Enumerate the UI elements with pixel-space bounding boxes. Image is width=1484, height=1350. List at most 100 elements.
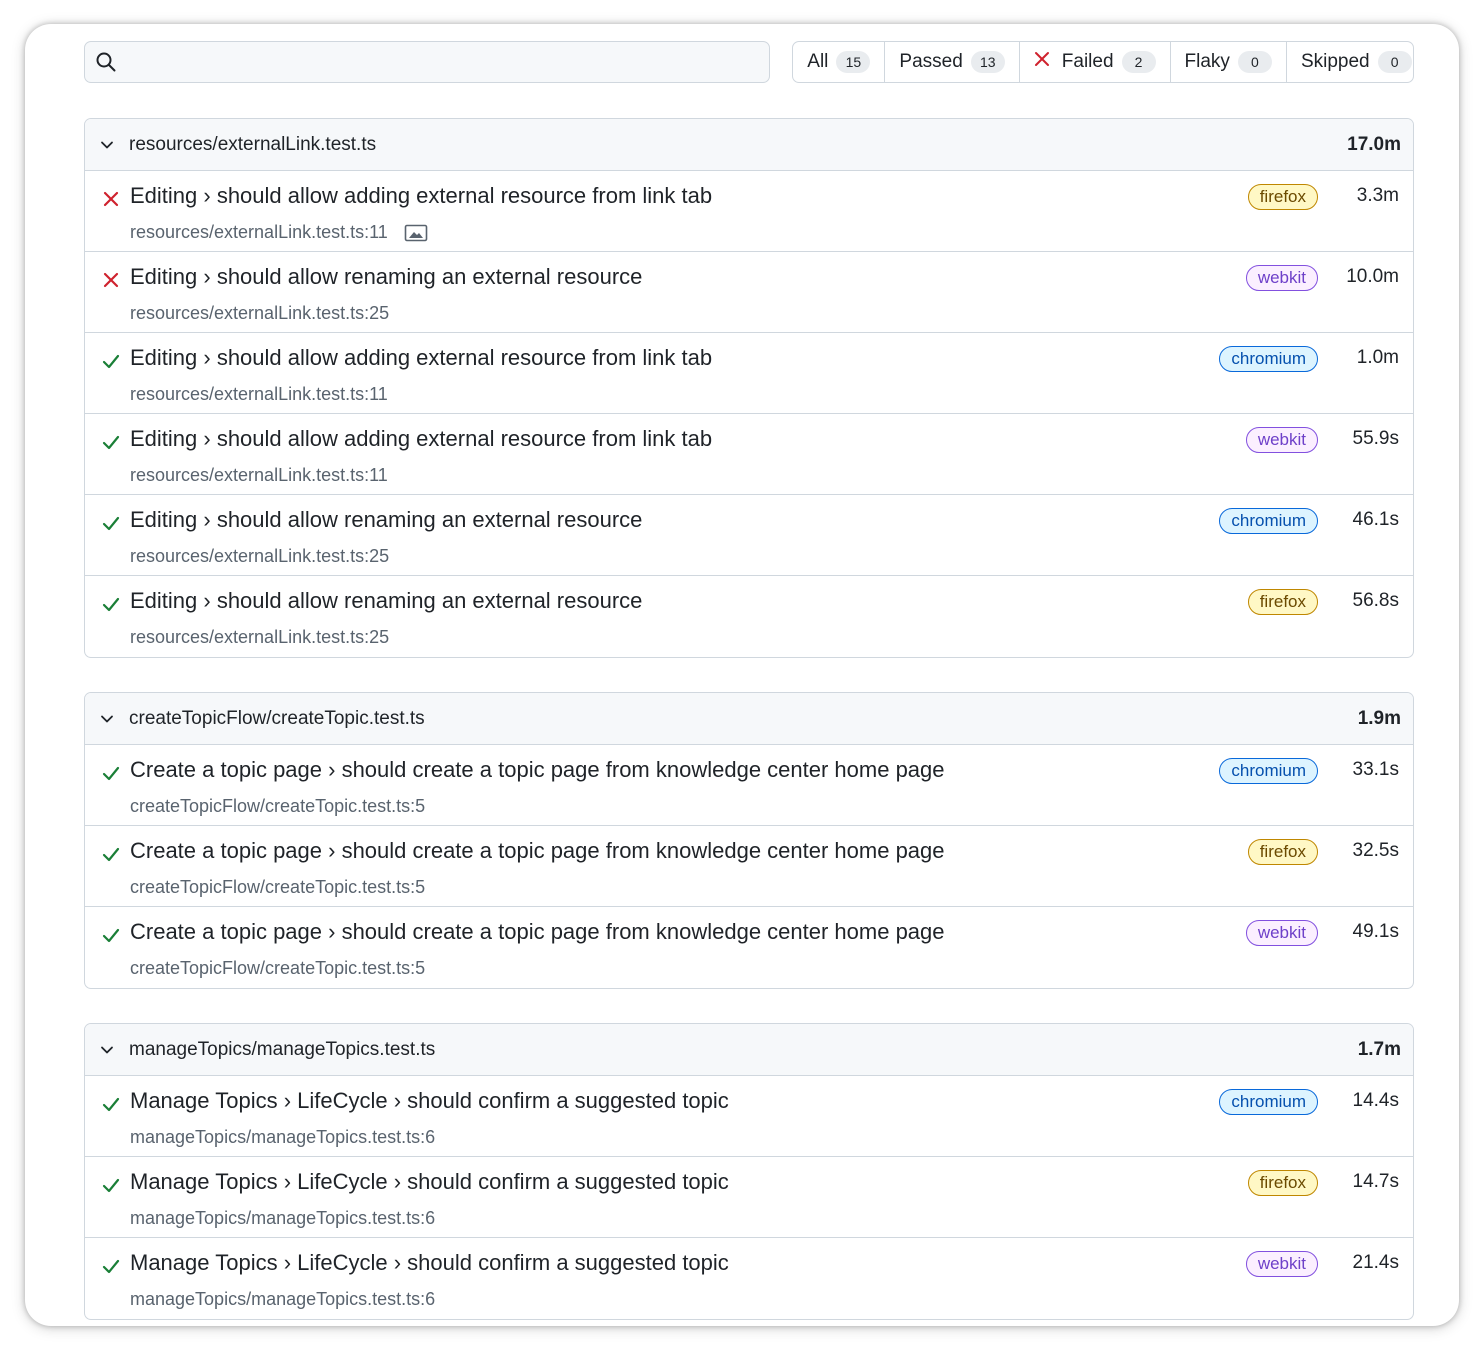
test-location: createTopicFlow/createTopic.test.ts:5: [130, 958, 425, 979]
test-title[interactable]: Create a topic page › should create a to…: [130, 838, 945, 864]
passed-check-icon: [101, 1175, 121, 1195]
test-title[interactable]: Editing › should allow adding external r…: [130, 426, 712, 452]
test-row[interactable]: Create a topic page › should create a to…: [85, 745, 1413, 826]
chevron-down-icon[interactable]: [99, 711, 115, 727]
passed-check-icon: [101, 351, 121, 371]
browser-badge[interactable]: chromium: [1219, 758, 1318, 784]
test-title[interactable]: Editing › should allow adding external r…: [130, 183, 712, 209]
test-row[interactable]: Manage Topics › LifeCycle › should confi…: [85, 1157, 1413, 1238]
filter-failed[interactable]: Failed 2: [1020, 42, 1171, 82]
browser-badge[interactable]: firefox: [1247, 1170, 1318, 1196]
browser-badge[interactable]: firefox: [1247, 839, 1318, 865]
filter-label: All: [807, 51, 829, 72]
test-duration: 14.7s: [1352, 1171, 1399, 1192]
test-file-group: resources/externalLink.test.ts 17.0m Editi…: [84, 118, 1414, 658]
browser-badge[interactable]: chromium: [1219, 346, 1318, 372]
group-file-name: createTopicFlow/createTopic.test.ts: [129, 707, 425, 729]
test-location: manageTopics/manageTopics.test.ts:6: [130, 1208, 435, 1229]
search-icon: [95, 51, 117, 73]
image-attachment-icon[interactable]: [404, 224, 428, 242]
filter-count: 0: [1237, 51, 1272, 73]
failed-x-icon: [101, 189, 121, 209]
test-row[interactable]: Manage Topics › LifeCycle › should confi…: [85, 1238, 1413, 1319]
chevron-down-icon[interactable]: [99, 137, 115, 153]
group-header[interactable]: manageTopics/manageTopics.test.ts 1.7m: [85, 1024, 1413, 1076]
passed-check-icon: [101, 844, 121, 864]
group-duration: 1.7m: [1357, 1038, 1401, 1060]
filter-passed[interactable]: Passed 13: [885, 42, 1020, 82]
test-row[interactable]: Editing › should allow renaming an exter…: [85, 252, 1413, 333]
test-row[interactable]: Create a topic page › should create a to…: [85, 826, 1413, 907]
test-row[interactable]: Editing › should allow adding external r…: [85, 171, 1413, 252]
browser-badge[interactable]: webkit: [1245, 427, 1318, 453]
test-duration: 10.0m: [1346, 266, 1399, 287]
test-row[interactable]: Create a topic page › should create a to…: [85, 907, 1413, 988]
test-location: resources/externalLink.test.ts:25: [130, 627, 389, 648]
test-title[interactable]: Editing › should allow renaming an exter…: [130, 264, 642, 290]
test-location-text: resources/externalLink.test.ts:25: [130, 546, 390, 566]
test-row[interactable]: Editing › should allow renaming an exter…: [85, 495, 1413, 576]
browser-badge[interactable]: chromium: [1219, 508, 1318, 534]
filter-all[interactable]: All 15: [793, 42, 886, 82]
test-location-text: resources/externalLink.test.ts:25: [130, 303, 390, 323]
passed-check-icon: [101, 1094, 121, 1114]
test-duration: 14.4s: [1352, 1090, 1399, 1111]
group-header[interactable]: resources/externalLink.test.ts 17.0m: [85, 119, 1413, 171]
test-title[interactable]: Editing › should allow renaming an exter…: [130, 588, 642, 614]
test-title[interactable]: Manage Topics › LifeCycle › should confi…: [130, 1088, 729, 1114]
test-location-text: manageTopics/manageTopics.test.ts:6: [130, 1127, 436, 1147]
test-row[interactable]: Manage Topics › LifeCycle › should confi…: [85, 1076, 1413, 1157]
test-location-text: resources/externalLink.test.ts:25: [130, 627, 390, 647]
test-title[interactable]: Manage Topics › LifeCycle › should confi…: [130, 1169, 729, 1195]
test-row[interactable]: Editing › should allow renaming an exter…: [85, 576, 1413, 657]
chevron-down-icon[interactable]: [99, 1042, 115, 1058]
test-location-text: resources/externalLink.test.ts:11: [130, 222, 388, 242]
filter-label: Flaky: [1184, 51, 1230, 72]
passed-check-icon: [101, 594, 121, 614]
filter-flaky[interactable]: Flaky 0: [1171, 42, 1287, 82]
test-title[interactable]: Editing › should allow renaming an exter…: [130, 507, 642, 533]
test-file-groups: resources/externalLink.test.ts 17.0m Editi…: [84, 118, 1414, 1320]
report-content: All 15 Passed 13 Failed 2 Flaky 0 Skippe…: [84, 40, 1414, 1320]
browser-badge[interactable]: firefox: [1247, 184, 1318, 210]
filter-skipped[interactable]: Skipped 0: [1287, 42, 1413, 82]
test-duration: 56.8s: [1352, 590, 1399, 611]
test-location-text: createTopicFlow/createTopic.test.ts:5: [130, 958, 426, 978]
filter-label: Passed: [899, 51, 963, 72]
filter-label: Skipped: [1300, 51, 1370, 72]
filter-label: Failed: [1061, 51, 1114, 72]
test-row[interactable]: Editing › should allow adding external r…: [85, 414, 1413, 495]
test-duration: 21.4s: [1352, 1252, 1399, 1273]
toolbar: All 15 Passed 13 Failed 2 Flaky 0 Skippe…: [84, 40, 1414, 84]
group-file-name: manageTopics/manageTopics.test.ts: [129, 1038, 436, 1060]
browser-badge[interactable]: webkit: [1245, 920, 1318, 946]
browser-badge[interactable]: firefox: [1247, 589, 1318, 615]
test-file-group: manageTopics/manageTopics.test.ts 1.7m Man…: [84, 1023, 1414, 1320]
search-box[interactable]: [84, 41, 771, 83]
failed-x-icon: [101, 270, 121, 290]
passed-check-icon: [101, 432, 121, 452]
test-location: resources/externalLink.test.ts:11: [130, 222, 428, 243]
test-location: resources/externalLink.test.ts:11: [130, 465, 388, 486]
filter-count: 2: [1121, 51, 1156, 73]
browser-badge[interactable]: chromium: [1219, 1089, 1318, 1115]
search-input[interactable]: [123, 43, 770, 81]
test-title[interactable]: Manage Topics › LifeCycle › should confi…: [130, 1250, 729, 1276]
group-header[interactable]: createTopicFlow/createTopic.test.ts 1.9m: [85, 693, 1413, 745]
test-duration: 49.1s: [1352, 921, 1399, 942]
test-duration: 33.1s: [1352, 759, 1399, 780]
test-location: manageTopics/manageTopics.test.ts:6: [130, 1127, 435, 1148]
passed-check-icon: [101, 513, 121, 533]
test-duration: 46.1s: [1352, 509, 1399, 530]
test-row[interactable]: Editing › should allow adding external r…: [85, 333, 1413, 414]
test-title[interactable]: Editing › should allow adding external r…: [130, 345, 712, 371]
browser-badge[interactable]: webkit: [1245, 1251, 1318, 1277]
test-location-text: resources/externalLink.test.ts:11: [130, 465, 388, 485]
test-location: createTopicFlow/createTopic.test.ts:5: [130, 796, 425, 817]
test-title[interactable]: Create a topic page › should create a to…: [130, 919, 945, 945]
test-location-text: createTopicFlow/createTopic.test.ts:5: [130, 796, 426, 816]
test-title[interactable]: Create a topic page › should create a to…: [130, 757, 945, 783]
test-location: createTopicFlow/createTopic.test.ts:5: [130, 877, 425, 898]
test-duration: 32.5s: [1352, 840, 1399, 861]
browser-badge[interactable]: webkit: [1245, 265, 1318, 291]
